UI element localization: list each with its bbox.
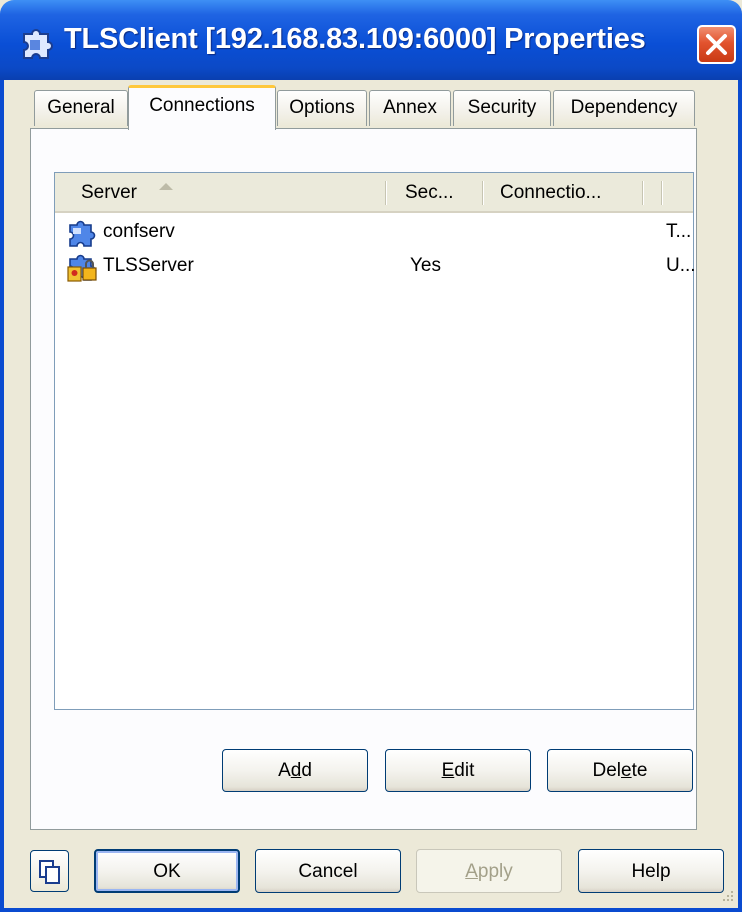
delete-label-end: te: [631, 760, 648, 781]
add-label-end: d: [301, 760, 312, 781]
column-separator[interactable]: [482, 181, 483, 205]
close-button[interactable]: [697, 25, 736, 64]
window-frame-bottom: [0, 908, 742, 912]
add-label-start: A: [278, 760, 291, 781]
tab-label: Connections: [149, 95, 255, 116]
server-name: TLSServer: [103, 255, 194, 276]
edit-label-end: dit: [454, 760, 475, 781]
add-label-mnemonic: d: [290, 760, 302, 781]
edit-label-mnemonic: E: [441, 760, 455, 781]
list-item[interactable]: confserv T...: [55, 217, 693, 251]
server-name: confserv: [103, 221, 175, 242]
app-puzzle-icon: [23, 29, 53, 59]
edit-button[interactable]: Edit: [385, 749, 531, 792]
close-icon: [706, 34, 727, 55]
column-separator[interactable]: [385, 181, 386, 205]
tab-label: General: [47, 97, 115, 118]
cancel-button[interactable]: Cancel: [255, 849, 401, 893]
apply-button[interactable]: Apply: [416, 849, 562, 893]
add-button[interactable]: Add: [222, 749, 368, 792]
tab-options[interactable]: Options: [277, 90, 367, 126]
secure-puzzle-icon: [67, 254, 97, 282]
puzzle-icon: [69, 220, 96, 247]
delete-button[interactable]: Delete: [547, 749, 693, 792]
sort-ascending-icon: [159, 183, 173, 190]
delete-label-start: Del: [592, 760, 622, 781]
tab-label: Options: [289, 97, 355, 118]
column-label: Server: [81, 182, 137, 203]
window-frame-left: [0, 80, 4, 912]
connection-value: U...: [666, 255, 696, 276]
column-label: Sec...: [405, 182, 454, 203]
tab-dependency[interactable]: Dependency: [553, 90, 695, 126]
tab-security[interactable]: Security: [453, 90, 551, 126]
column-separator[interactable]: [642, 181, 643, 205]
column-header-connection[interactable]: Connectio...: [492, 173, 642, 211]
tab-connections[interactable]: Connections: [128, 85, 276, 130]
window-frame-right: [738, 80, 742, 912]
help-button[interactable]: Help: [578, 849, 724, 893]
connection-value: T...: [666, 221, 692, 242]
copy-icon: [39, 860, 60, 884]
tab-label: Security: [467, 97, 537, 118]
tab-label: Annex: [383, 97, 437, 118]
column-separator[interactable]: [661, 181, 662, 205]
title-bar[interactable]: TLSClient [192.168.83.109:6000] Properti…: [0, 0, 742, 80]
copy-properties-button[interactable]: [30, 850, 69, 892]
column-header-server[interactable]: Server: [73, 173, 383, 211]
list-item[interactable]: TLSServer Yes U...: [55, 251, 696, 285]
ok-button[interactable]: OK: [94, 849, 240, 893]
window-title: TLSClient [192.168.83.109:6000] Properti…: [64, 23, 646, 55]
security-value: Yes: [410, 255, 441, 276]
ok-label: OK: [153, 861, 181, 882]
tab-general[interactable]: General: [34, 90, 128, 126]
column-header-security[interactable]: Sec...: [397, 173, 481, 211]
apply-label-mnemonic: A: [465, 860, 478, 882]
cancel-label: Cancel: [298, 860, 358, 882]
delete-label-mnemonic: e: [621, 760, 632, 781]
column-label: Connectio...: [500, 182, 602, 203]
list-header: Server Sec... Connectio...: [55, 173, 693, 213]
help-label: Help: [631, 860, 671, 882]
connections-list[interactable]: Server Sec... Connectio... confserv T...: [54, 172, 696, 710]
apply-label-end: pply: [477, 860, 513, 882]
tab-annex[interactable]: Annex: [369, 90, 451, 126]
tab-label: Dependency: [570, 97, 678, 118]
